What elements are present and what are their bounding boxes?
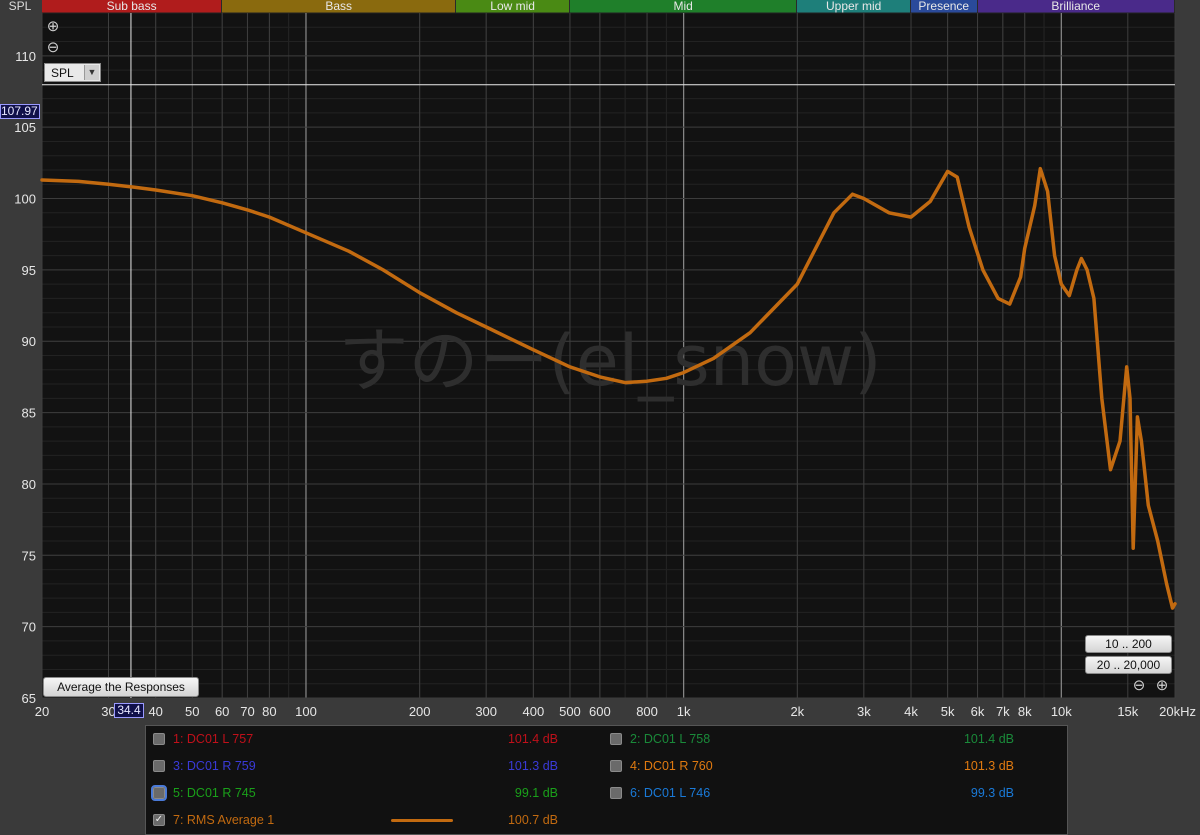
y-axis-unit-select[interactable]: SPL ▼ bbox=[44, 63, 101, 82]
legend-item[interactable]: 4: DC01 R 760 101.3 dB bbox=[610, 756, 1060, 776]
x-tick-label: 400 bbox=[523, 704, 545, 719]
y-tick-label: 70 bbox=[22, 620, 36, 635]
x-tick-label: 100 bbox=[295, 704, 317, 719]
zoom-out-icon[interactable]: ⊖ bbox=[46, 40, 60, 55]
x-tick-label: 8k bbox=[1018, 704, 1032, 719]
legend-value: 101.4 dB bbox=[963, 732, 1014, 746]
legend-item[interactable]: 1: DC01 L 757 101.4 dB bbox=[153, 729, 603, 749]
cursor-y-readout: 107.97 bbox=[0, 104, 40, 119]
zoom-in-icon[interactable]: ⊕ bbox=[46, 19, 60, 34]
legend-value: 100.7 dB bbox=[507, 813, 558, 827]
frequency-response-chart[interactable]: すのー(el_snow)6570758085909510010511020 30 4… bbox=[0, 0, 1200, 725]
y-tick-label: 105 bbox=[14, 120, 36, 135]
y-axis-unit-value: SPL bbox=[51, 66, 74, 80]
x-tick-label: 1k bbox=[677, 704, 691, 719]
x-tick-label: 80 bbox=[262, 704, 276, 719]
legend-item[interactable]: 3: DC01 R 759 101.3 dB bbox=[153, 756, 603, 776]
measurement-legend: 1: DC01 L 757 101.4 dB 2: DC01 L 758 101.4 … bbox=[145, 725, 1068, 835]
range-20-20000-button[interactable]: 20 .. 20,000 bbox=[1085, 656, 1172, 674]
x-tick-label: 800 bbox=[636, 704, 658, 719]
watermark-text: すのー(el_snow) bbox=[338, 320, 881, 402]
chevron-down-icon[interactable]: ▼ bbox=[84, 65, 99, 80]
x-tick-label: 2k bbox=[790, 704, 804, 719]
x-tick-label: 300 bbox=[475, 704, 497, 719]
x-tick-label: 40 bbox=[148, 704, 162, 719]
cursor-x-readout: 34.4 bbox=[114, 703, 144, 718]
x-tick-label: 5k bbox=[941, 704, 955, 719]
y-tick-label: 110 bbox=[15, 49, 36, 64]
x-tick-label: 20 bbox=[35, 704, 49, 719]
legend-value: 99.3 dB bbox=[970, 786, 1014, 800]
y-tick-label: 100 bbox=[14, 192, 36, 207]
legend-item[interactable]: 5: DC01 R 745 99.1 dB bbox=[151, 783, 603, 803]
x-tick-label: 3k bbox=[857, 704, 871, 719]
y-tick-label: 75 bbox=[22, 548, 36, 563]
legend-value: 99.1 dB bbox=[514, 786, 558, 800]
x-tick-label: 10k bbox=[1051, 704, 1072, 719]
legend-item[interactable]: ✓ 7: RMS Average 1 100.7 dB bbox=[153, 810, 603, 830]
legend-value: 101.3 dB bbox=[507, 759, 558, 773]
x-tick-label: 7k bbox=[996, 704, 1010, 719]
range-10-200-button[interactable]: 10 .. 200 bbox=[1085, 635, 1172, 653]
average-responses-button[interactable]: Average the Responses bbox=[43, 677, 199, 697]
x-tick-label: 4k bbox=[904, 704, 918, 719]
x-tick-label: 200 bbox=[409, 704, 431, 719]
legend-value: 101.4 dB bbox=[507, 732, 558, 746]
legend-item[interactable]: 6: DC01 L 746 99.3 dB bbox=[610, 783, 1060, 803]
x-tick-label: 500 bbox=[559, 704, 581, 719]
zoom-out-icon[interactable]: ⊖ bbox=[1132, 678, 1146, 693]
x-tick-label: 600 bbox=[589, 704, 611, 719]
y-tick-label: 90 bbox=[22, 334, 36, 349]
x-tick-label: 6k bbox=[971, 704, 985, 719]
y-tick-label: 85 bbox=[22, 406, 36, 421]
legend-value: 101.3 dB bbox=[963, 759, 1014, 773]
y-tick-label: 95 bbox=[22, 263, 36, 278]
x-tick-label: 70 bbox=[240, 704, 254, 719]
x-tick-label: 50 bbox=[185, 704, 199, 719]
x-tick-label: 20kHz bbox=[1159, 704, 1196, 719]
x-tick-label: 15k bbox=[1117, 704, 1138, 719]
legend-item[interactable]: 2: DC01 L 758 101.4 dB bbox=[610, 729, 1060, 749]
zoom-in-icon[interactable]: ⊕ bbox=[1155, 678, 1169, 693]
x-tick-label: 60 bbox=[215, 704, 229, 719]
y-tick-label: 80 bbox=[22, 477, 36, 492]
